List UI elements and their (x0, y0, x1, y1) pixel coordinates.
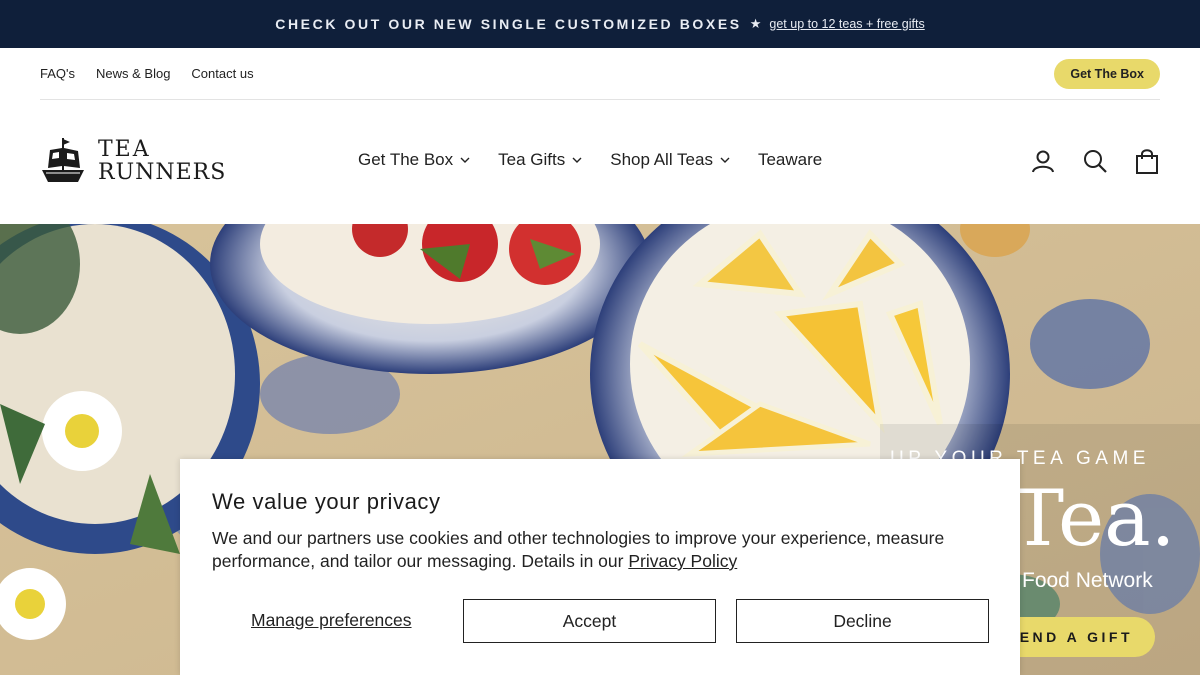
site-header: TEA RUNNERS Get The Box Tea Gifts Shop A… (0, 100, 1200, 224)
header-icons (1004, 148, 1160, 174)
logo-text-tea: TEA (98, 137, 151, 162)
logo-text-runners: RUNNERS (98, 160, 227, 185)
nav-item-teaware[interactable]: Teaware (758, 150, 822, 170)
consent-body: We and our partners use cookies and othe… (212, 527, 988, 573)
ship-logo-icon (42, 138, 84, 182)
announcement-link[interactable]: get up to 12 teas + free gifts (769, 17, 924, 31)
nav-item-tea-gifts[interactable]: Tea Gifts (498, 150, 582, 170)
logo[interactable]: TEA RUNNERS (40, 136, 226, 186)
faq-link[interactable]: FAQ's (40, 66, 75, 81)
consent-title: We value your privacy (212, 489, 441, 514)
chevron-down-icon (460, 157, 470, 163)
chevron-down-icon (572, 157, 582, 163)
news-blog-link[interactable]: News & Blog (96, 66, 170, 81)
contact-link[interactable]: Contact us (191, 66, 253, 81)
hero-headline: Tea. (1012, 474, 1176, 564)
nav-label: Shop All Teas (610, 150, 713, 169)
nav-item-shop-all-teas[interactable]: Shop All Teas (610, 150, 730, 170)
announcement-bar: CHECK OUT OUR NEW SINGLE CUSTOMIZED BOXE… (0, 0, 1200, 48)
main-nav: Get The Box Tea Gifts Shop All Teas Teaw… (358, 150, 850, 170)
cookie-consent-dialog: We value your privacy We and our partner… (180, 459, 1020, 675)
privacy-policy-link[interactable]: Privacy Policy (628, 551, 737, 571)
nav-label: Teaware (757, 150, 823, 169)
chevron-down-icon (720, 157, 730, 163)
decline-button[interactable]: Decline (736, 599, 989, 643)
hero-subtitle: Food Network (1022, 569, 1153, 592)
nav-item-get-the-box[interactable]: Get The Box (358, 150, 470, 170)
account-icon[interactable] (1030, 148, 1056, 174)
star-icon: ★ (749, 16, 762, 31)
search-icon[interactable] (1082, 148, 1108, 174)
accept-button[interactable]: Accept (463, 599, 716, 643)
utility-bar: FAQ's News & Blog Contact us Get The Box (40, 48, 1160, 100)
cart-icon[interactable] (1134, 148, 1160, 174)
announcement-message: CHECK OUT OUR NEW SINGLE CUSTOMIZED BOXE… (275, 16, 742, 32)
nav-label: Get The Box (358, 150, 454, 169)
get-the-box-button[interactable]: Get The Box (1054, 58, 1160, 89)
consent-body-text: We and our partners use cookies and othe… (212, 528, 945, 571)
nav-label: Tea Gifts (498, 150, 566, 169)
manage-preferences-link[interactable]: Manage preferences (251, 610, 412, 631)
consent-actions: Manage preferences Accept Decline (212, 599, 989, 643)
